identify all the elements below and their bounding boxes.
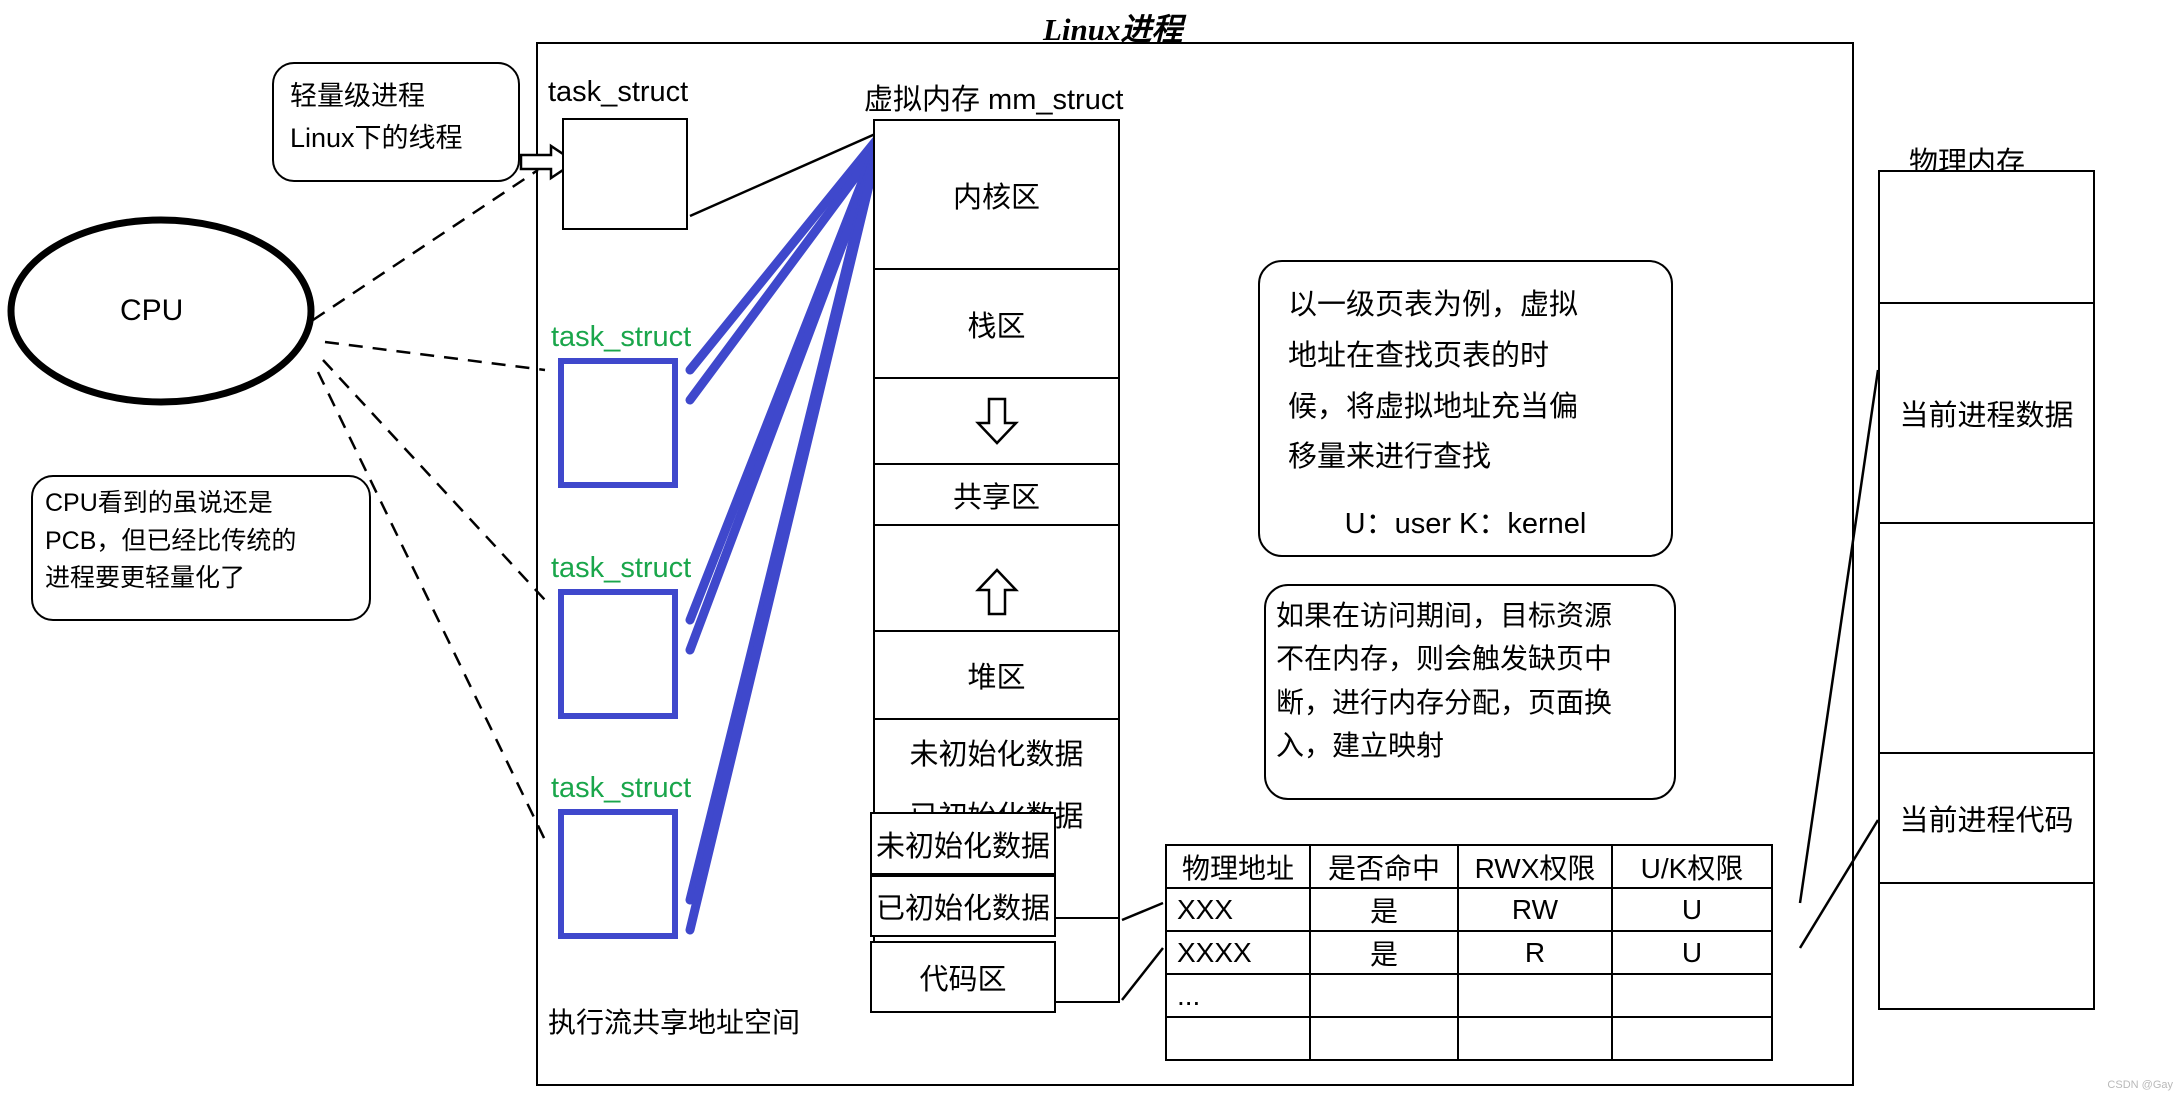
mm-region-label: 未初始化数据 bbox=[909, 738, 1084, 771]
phys-cell-middle-gap bbox=[1880, 524, 2093, 754]
mm-region-label: 堆区 bbox=[967, 662, 1026, 694]
task-struct-box-0 bbox=[562, 118, 688, 230]
callout-cpu-sees-pcb: CPU看到的虽说还是 PCB，但已经比传统的 进程要更轻量化了 bbox=[31, 475, 371, 621]
mm-subbox-label: 代码区 bbox=[919, 964, 1007, 996]
callout-line-3: 进程要更轻量化了 bbox=[45, 564, 246, 592]
mm-subbox-label: 已初始化数据 bbox=[875, 893, 1050, 925]
phys-cell-label: 当前进程代码 bbox=[1899, 805, 2074, 837]
table-row: XXX 是 RW U bbox=[1165, 887, 1773, 932]
arrow-down-icon bbox=[974, 397, 1019, 445]
cell-rwx bbox=[1457, 973, 1613, 1018]
mm-region-stack: 栈区 bbox=[875, 270, 1118, 379]
page-table-header-cell: U/K权限 bbox=[1611, 844, 1773, 889]
note-page-fault: 如果在访问期间，目标资源 不在内存，则会触发缺页中 断，进行内存分配，页面换 入… bbox=[1264, 584, 1676, 800]
phys-cell-empty-top bbox=[1880, 172, 2093, 304]
page-table-header-row: 物理地址 是否命中 RWX权限 U/K权限 bbox=[1165, 844, 1773, 889]
phys-cell-empty-bottom bbox=[1880, 884, 2093, 1008]
task-struct-box-1 bbox=[558, 358, 678, 488]
mm-region-stack-grow-down bbox=[875, 379, 1118, 465]
note-legend: U：user K：kernel bbox=[1344, 508, 1587, 540]
arrow-up-icon bbox=[974, 568, 1019, 616]
phys-cell-label: 当前进程数据 bbox=[1899, 400, 2074, 432]
task-struct-label-1: task_struct bbox=[551, 321, 692, 353]
cell-hit bbox=[1309, 973, 1459, 1018]
task-struct-label-3: task_struct bbox=[551, 772, 692, 804]
cell-rwx: RW bbox=[1457, 887, 1613, 932]
note-line: 地址在查找页表的时 bbox=[1288, 339, 1550, 372]
physical-memory-column: 当前进程数据 当前进程代码 bbox=[1878, 170, 2095, 1010]
phys-cell-current-process-data: 当前进程数据 bbox=[1880, 304, 2093, 524]
mm-subbox-code: 代码区 bbox=[870, 941, 1056, 1013]
phys-cell-current-process-code: 当前进程代码 bbox=[1880, 754, 2093, 884]
diagram-canvas: Linux进程 CPU 轻量级进程 Linux下的线程 CPU看到的虽说还是 P… bbox=[0, 0, 2179, 1095]
mm-region-uninitialized-data: 未初始化数据 bbox=[875, 720, 1118, 783]
cell-hit bbox=[1309, 1016, 1459, 1061]
note-line: 如果在访问期间，目标资源 bbox=[1276, 600, 1613, 631]
table-row bbox=[1165, 1016, 1773, 1061]
note-line: 以一级页表为例，虚拟 bbox=[1288, 289, 1579, 321]
cell-physical-address bbox=[1165, 1016, 1311, 1061]
cell-uk: U bbox=[1611, 887, 1773, 932]
task-struct-box-3 bbox=[558, 809, 678, 939]
cell-physical-address: XXXX bbox=[1165, 930, 1311, 975]
callout-line-1: CPU看到的虽说还是 bbox=[45, 489, 273, 517]
page-table-header-cell: 物理地址 bbox=[1165, 844, 1311, 889]
cell-uk: U bbox=[1611, 930, 1773, 975]
page-table-header-cell: 是否命中 bbox=[1309, 844, 1459, 889]
task-struct-label-2: task_struct bbox=[551, 552, 692, 584]
cell-uk bbox=[1611, 1016, 1773, 1061]
watermark: CSDN @Gay bbox=[2107, 1079, 2173, 1091]
mm-region-kernel: 内核区 bbox=[875, 121, 1118, 270]
callout-line-1: 轻量级进程 bbox=[290, 81, 425, 111]
cpu-label: CPU bbox=[120, 294, 184, 327]
mm-region-label: 内核区 bbox=[952, 181, 1040, 214]
page-table: 物理地址 是否命中 RWX权限 U/K权限 XXX 是 RW U XXXX 是 … bbox=[1165, 844, 1773, 1061]
mm-struct-label: 虚拟内存 mm_struct bbox=[864, 84, 1124, 116]
mm-region-heap: 堆区 bbox=[875, 632, 1118, 720]
note-line: 入，建立映射 bbox=[1276, 730, 1445, 762]
mm-region-label: 共享区 bbox=[952, 481, 1040, 514]
cell-rwx bbox=[1457, 1016, 1613, 1061]
mm-subbox-uninitialized-data: 未初始化数据 bbox=[870, 812, 1056, 875]
note-line: 候，将虚拟地址充当偏 bbox=[1288, 390, 1579, 423]
table-row: ... bbox=[1165, 973, 1773, 1018]
mm-subbox-label: 未初始化数据 bbox=[875, 830, 1050, 863]
cell-physical-address: XXX bbox=[1165, 887, 1311, 932]
cell-physical-address: ... bbox=[1165, 973, 1311, 1018]
cell-uk bbox=[1611, 973, 1773, 1018]
callout-lightweight-process: 轻量级进程 Linux下的线程 bbox=[272, 62, 520, 182]
shared-address-space-label: 执行流共享地址空间 bbox=[548, 1007, 801, 1038]
cell-hit: 是 bbox=[1309, 930, 1459, 975]
page-table-header-cell: RWX权限 bbox=[1457, 844, 1613, 889]
callout-line-2: Linux下的线程 bbox=[290, 122, 463, 153]
note-line: 移量来进行查找 bbox=[1288, 441, 1492, 474]
mm-subbox-initialized-data: 已初始化数据 bbox=[870, 875, 1056, 937]
mm-region-label: 栈区 bbox=[967, 310, 1026, 343]
note-line: 断，进行内存分配，页面换 bbox=[1276, 686, 1613, 718]
note-page-table: 以一级页表为例，虚拟 地址在查找页表的时 候，将虚拟地址充当偏 移量来进行查找 … bbox=[1258, 260, 1673, 557]
callout-line-2: PCB，但已经比传统的 bbox=[45, 526, 297, 555]
table-row: XXXX 是 R U bbox=[1165, 930, 1773, 975]
mm-region-heap-grow-up bbox=[875, 526, 1118, 632]
task-struct-label-0: task_struct bbox=[548, 76, 689, 108]
mm-region-shared: 共享区 bbox=[875, 465, 1118, 526]
note-line: 不在内存，则会触发缺页中 bbox=[1276, 643, 1613, 675]
cell-rwx: R bbox=[1457, 930, 1613, 975]
task-struct-box-2 bbox=[558, 589, 678, 719]
cell-hit: 是 bbox=[1309, 887, 1459, 932]
